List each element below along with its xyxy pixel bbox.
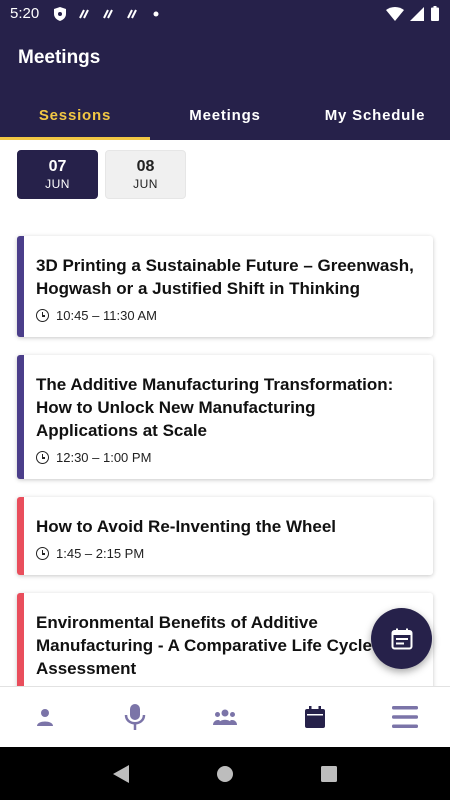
notification-dot-icon [149, 7, 163, 21]
shield-icon [53, 6, 67, 21]
agenda-fab-button[interactable] [371, 608, 432, 669]
nav-profile[interactable] [0, 687, 90, 747]
battery-icon [430, 6, 440, 21]
wifi-icon [386, 6, 404, 21]
clock-icon [36, 451, 49, 464]
nav-agenda[interactable] [270, 687, 360, 747]
date-chip-08-jun[interactable]: 08 JUN [105, 150, 186, 199]
session-list: 3D Printing a Sustainable Future – Green… [17, 236, 433, 738]
session-title: 3D Printing a Sustainable Future – Green… [36, 256, 414, 298]
recents-icon[interactable] [320, 765, 337, 782]
sync-icon [125, 7, 139, 21]
session-time: 12:30 – 1:00 PM [56, 450, 152, 465]
date-month: JUN [45, 176, 70, 191]
date-month: JUN [133, 176, 158, 191]
nav-speakers[interactable] [90, 687, 180, 747]
session-card[interactable]: How to Avoid Re-Inventing the Wheel 1:45… [17, 497, 433, 575]
clock-icon [36, 547, 49, 560]
session-title: Environmental Benefits of Additive Manuf… [36, 613, 372, 678]
signal-icon [410, 6, 424, 21]
menu-icon [392, 705, 418, 729]
session-time: 10:45 – 11:30 AM [56, 308, 157, 323]
page-title: Meetings [18, 47, 101, 68]
session-time-row: 10:45 – 11:30 AM [36, 308, 421, 323]
tab-my-schedule[interactable]: My Schedule [300, 90, 450, 140]
session-card[interactable]: The Additive Manufacturing Transformatio… [17, 355, 433, 479]
agenda-icon [391, 628, 413, 650]
date-selector: 07 JUN 08 JUN [17, 150, 186, 199]
date-chip-07-jun[interactable]: 07 JUN [17, 150, 98, 199]
tab-bar: Sessions Meetings My Schedule [0, 90, 450, 140]
bottom-nav [0, 686, 450, 747]
group-icon [213, 709, 237, 725]
home-icon[interactable] [216, 765, 234, 783]
session-card[interactable]: 3D Printing a Sustainable Future – Green… [17, 236, 433, 337]
session-title: The Additive Manufacturing Transformatio… [36, 375, 394, 440]
session-time: 1:45 – 2:15 PM [56, 546, 145, 561]
status-time: 5:20 [10, 5, 40, 22]
calendar-icon [305, 706, 325, 728]
tab-meetings[interactable]: Meetings [150, 90, 300, 140]
session-title: How to Avoid Re-Inventing the Wheel [36, 517, 337, 536]
status-bar: 5:20 [0, 0, 450, 27]
date-day: 07 [48, 157, 67, 175]
tab-sessions[interactable]: Sessions [0, 90, 150, 140]
person-icon [36, 708, 54, 726]
sync-icon [77, 7, 91, 21]
app-bar: Meetings Sessions Meetings My Schedule [0, 27, 450, 140]
back-icon[interactable] [113, 764, 130, 783]
nav-attendees[interactable] [180, 687, 270, 747]
session-time-row: 12:30 – 1:00 PM [36, 450, 421, 465]
clock-icon [36, 309, 49, 322]
date-day: 08 [136, 157, 155, 175]
sync-icon [101, 7, 115, 21]
system-nav-bar [0, 747, 450, 800]
microphone-icon [124, 704, 146, 730]
nav-menu[interactable] [360, 687, 450, 747]
session-time-row: 1:45 – 2:15 PM [36, 546, 421, 561]
